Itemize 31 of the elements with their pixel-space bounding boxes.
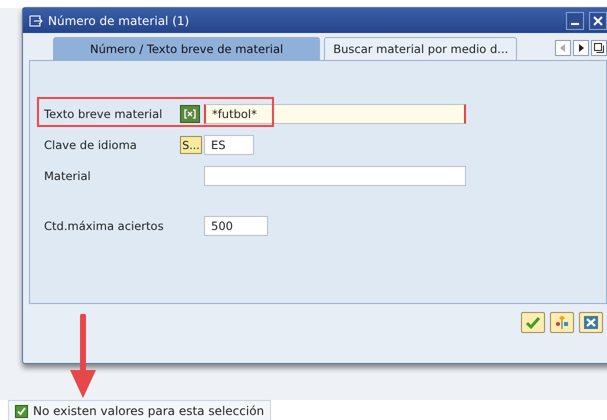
field-label: Texto breve material [44,107,164,121]
left-triangle-icon [560,44,566,52]
cancel-button[interactable] [579,312,603,333]
close-icon [593,16,603,26]
tab-list-button[interactable] [591,40,607,56]
right-triangle-icon [578,44,584,52]
input-field[interactable] [204,166,466,186]
window-icon [29,14,43,26]
windows-icon [594,43,604,53]
tab[interactable]: Número / Texto breve de material [53,37,320,60]
hierarchy-button[interactable] [550,312,574,333]
minimize-icon [571,22,579,24]
input-field[interactable]: 500 [204,216,268,236]
field-label: Ctd.máxima aciertos [44,219,165,233]
close-icon [584,316,598,329]
window-title: Número de material (1) [48,14,190,28]
tab[interactable]: Buscar material por medio d... [324,37,518,60]
input-field[interactable]: ES [204,135,254,155]
nodes-icon [555,316,569,330]
field-label: Clave de idioma [44,138,138,152]
multiple-selection-icon [184,109,196,119]
next-tab-button[interactable] [573,40,589,56]
confirm-button[interactable] [521,312,545,333]
check-icon [526,316,540,328]
close-button[interactable] [589,12,607,30]
selection-button[interactable]: S... [180,136,202,154]
field-label: Material [44,169,92,183]
status-message: No existen valores para esta selección [33,404,264,418]
minimize-button[interactable] [566,12,584,30]
input-field[interactable]: *futbol* [204,104,466,124]
multiple-selection-button[interactable] [180,105,200,123]
